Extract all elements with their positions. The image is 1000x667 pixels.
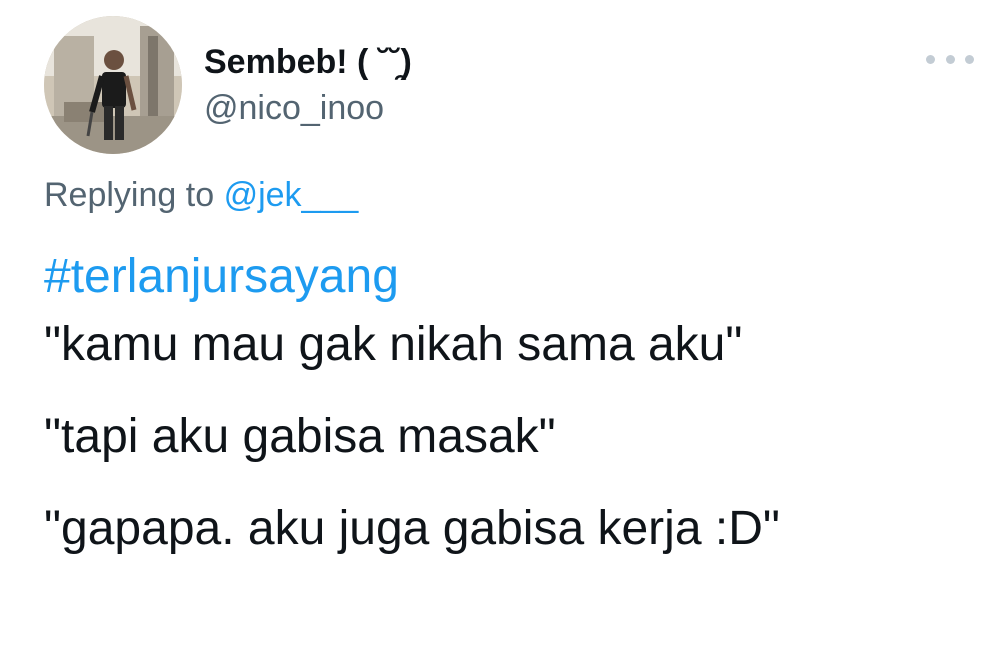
ellipsis-icon bbox=[965, 54, 974, 64]
replying-to-label: Replying to bbox=[44, 176, 215, 214]
more-options-button[interactable] bbox=[926, 46, 974, 72]
display-name[interactable]: Sembeb! ( ˘˘̯) bbox=[204, 42, 412, 82]
tweet-line: "kamu mau gak nikah sama aku" bbox=[44, 318, 743, 371]
profile-photo-icon bbox=[44, 16, 182, 154]
tweet-text: #terlanjursayang "kamu mau gak nikah sam… bbox=[44, 248, 974, 558]
author-info: Sembeb! ( ˘˘̯) @nico_inoo bbox=[204, 42, 412, 128]
ellipsis-icon bbox=[926, 54, 935, 64]
tweet: Sembeb! ( ˘˘̯) @nico_inoo Replying to @j… bbox=[0, 0, 1000, 667]
tweet-line: "tapi aku gabisa masak" bbox=[44, 410, 556, 463]
user-handle[interactable]: @nico_inoo bbox=[204, 88, 412, 128]
avatar[interactable] bbox=[44, 16, 182, 154]
hashtag-link[interactable]: #terlanjursayang bbox=[44, 248, 974, 306]
replying-to: Replying to @jek___ bbox=[44, 174, 358, 216]
reply-mention-link[interactable]: @jek___ bbox=[224, 176, 359, 214]
tweet-line: "gapapa. aku juga gabisa kerja :D" bbox=[44, 502, 780, 555]
ellipsis-icon bbox=[945, 54, 955, 64]
